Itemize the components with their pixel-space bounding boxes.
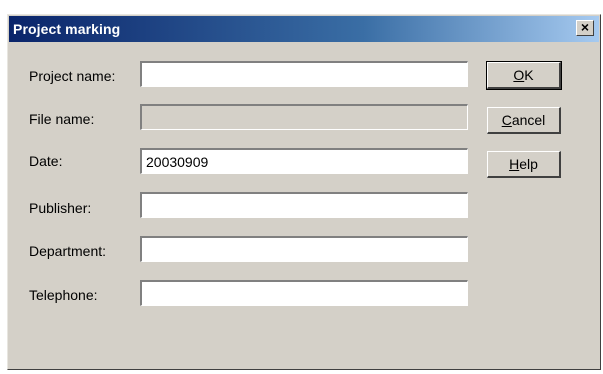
department-field[interactable] — [140, 236, 468, 262]
help-button-label: Help — [509, 156, 538, 172]
date-field[interactable] — [140, 148, 468, 174]
publisher-label: Publisher: — [29, 200, 92, 216]
department-label: Department: — [29, 243, 107, 259]
project-name-field[interactable] — [140, 61, 468, 87]
title-bar[interactable]: Project marking × — [9, 16, 599, 42]
window-title: Project marking — [13, 21, 121, 37]
telephone-field[interactable] — [140, 280, 468, 306]
file-name-field — [140, 104, 468, 130]
publisher-field[interactable] — [140, 192, 468, 218]
close-icon: × — [580, 19, 590, 35]
telephone-label: Telephone: — [29, 287, 98, 303]
file-name-label: File name: — [29, 111, 95, 127]
help-button[interactable]: Help — [487, 151, 561, 178]
cancel-button[interactable]: Cancel — [487, 107, 561, 134]
close-button[interactable]: × — [576, 19, 594, 36]
date-label: Date: — [29, 153, 63, 169]
ok-button[interactable]: OK — [486, 61, 562, 90]
project-marking-dialog: Project marking × Project name: File nam… — [7, 14, 601, 370]
project-name-label: Project name: — [29, 68, 116, 84]
cancel-button-label: Cancel — [501, 112, 546, 128]
ok-button-label: OK — [513, 67, 534, 83]
